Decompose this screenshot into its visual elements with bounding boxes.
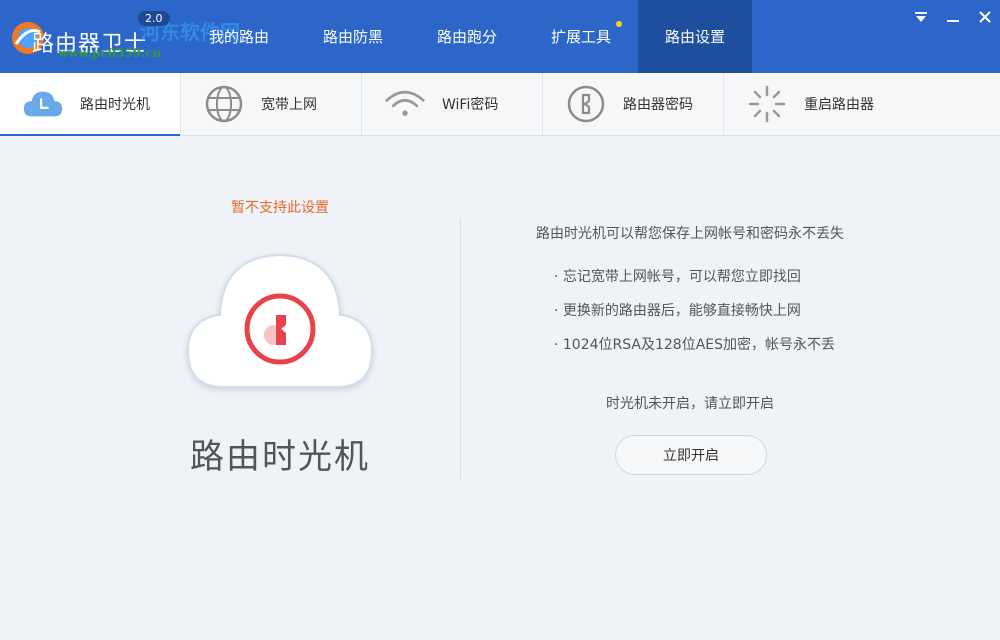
- button-label: 立即开启: [663, 448, 719, 464]
- nav-label: 扩展工具: [550, 28, 611, 46]
- main-nav: 我的路由 路由防黑 路由跑分 扩展工具 路由设置: [182, 0, 752, 73]
- tab-label: 路由器密码: [623, 97, 693, 113]
- wifi-icon: [384, 83, 426, 125]
- tab-restart-router[interactable]: 重启路由器: [724, 73, 905, 135]
- version-badge: 2.0: [138, 11, 170, 26]
- nav-router-defense[interactable]: 路由防黑: [296, 0, 410, 73]
- feature-info-panel: 路由时光机可以帮您保存上网帐号和密码永不丢失 · 忘记宽带上网帐号，可以帮您立即…: [490, 137, 890, 497]
- brand: 路由器卫士 河东软件网 2.0 www.pc0359.cn: [8, 10, 240, 70]
- nav-label: 我的路由: [208, 28, 269, 46]
- spinner-icon: [746, 83, 788, 125]
- nav-label: 路由防黑: [322, 28, 383, 46]
- list-item: · 更换新的路由器后，能够直接畅快上网: [554, 303, 801, 319]
- window-controls: [912, 8, 994, 26]
- watermark-url: www.pc0359.cn: [58, 46, 162, 60]
- main-content: 暂不支持此设置 路由时光机 路由时光机可以帮您保存上网帐号和密码永不丢失 · 忘…: [0, 137, 1000, 640]
- status-text: 时光机未开启，请立即开启: [606, 396, 774, 412]
- feature-title: 路由时光机: [190, 437, 370, 477]
- settings-tabs: 路由时光机 宽带上网 WiFi密码 路由器密码 重启路由器: [0, 73, 1000, 136]
- minimize-icon[interactable]: [944, 8, 962, 26]
- tab-label: 重启路由器: [804, 97, 874, 113]
- tab-router-password[interactable]: 路由器密码: [543, 73, 724, 135]
- list-item: · 忘记宽带上网帐号，可以帮您立即找回: [554, 269, 801, 285]
- vertical-divider: [460, 219, 461, 479]
- feature-description: 路由时光机可以帮您保存上网帐号和密码永不丢失: [536, 226, 844, 242]
- feature-illustration-panel: 暂不支持此设置 路由时光机: [130, 137, 430, 497]
- feature-list: · 忘记宽带上网帐号，可以帮您立即找回 · 更换新的路由器后，能够直接畅快上网 …: [554, 267, 835, 369]
- title-bar: 路由器卫士 河东软件网 2.0 www.pc0359.cn 我的路由 路由防黑 …: [0, 0, 1000, 73]
- close-icon[interactable]: [976, 8, 994, 26]
- dropdown-icon[interactable]: [912, 8, 930, 26]
- nav-router-benchmark[interactable]: 路由跑分: [410, 0, 524, 73]
- unsupported-notice: 暂不支持此设置: [231, 200, 329, 216]
- tab-label: WiFi密码: [442, 97, 499, 113]
- globe-icon: [203, 83, 245, 125]
- list-item: · 1024位RSA及128位AES加密，帐号永不丢: [554, 337, 836, 353]
- nav-label: 路由跑分: [436, 28, 497, 46]
- tab-time-machine[interactable]: 路由时光机: [0, 73, 181, 136]
- tab-broadband[interactable]: 宽带上网: [181, 73, 362, 135]
- nav-label: 路由设置: [664, 28, 725, 46]
- tab-wifi-password[interactable]: WiFi密码: [362, 73, 543, 135]
- cloud-lock-icon: [186, 253, 374, 388]
- notification-dot: [616, 21, 622, 27]
- key-icon: [565, 83, 607, 125]
- nav-extension-tools[interactable]: 扩展工具: [524, 0, 638, 73]
- clock-cloud-icon: [22, 83, 64, 125]
- nav-my-router[interactable]: 我的路由: [182, 0, 296, 73]
- tab-label: 路由时光机: [80, 97, 150, 113]
- nav-router-settings[interactable]: 路由设置: [638, 0, 752, 73]
- tab-label: 宽带上网: [261, 97, 317, 113]
- enable-now-button[interactable]: 立即开启: [615, 435, 767, 475]
